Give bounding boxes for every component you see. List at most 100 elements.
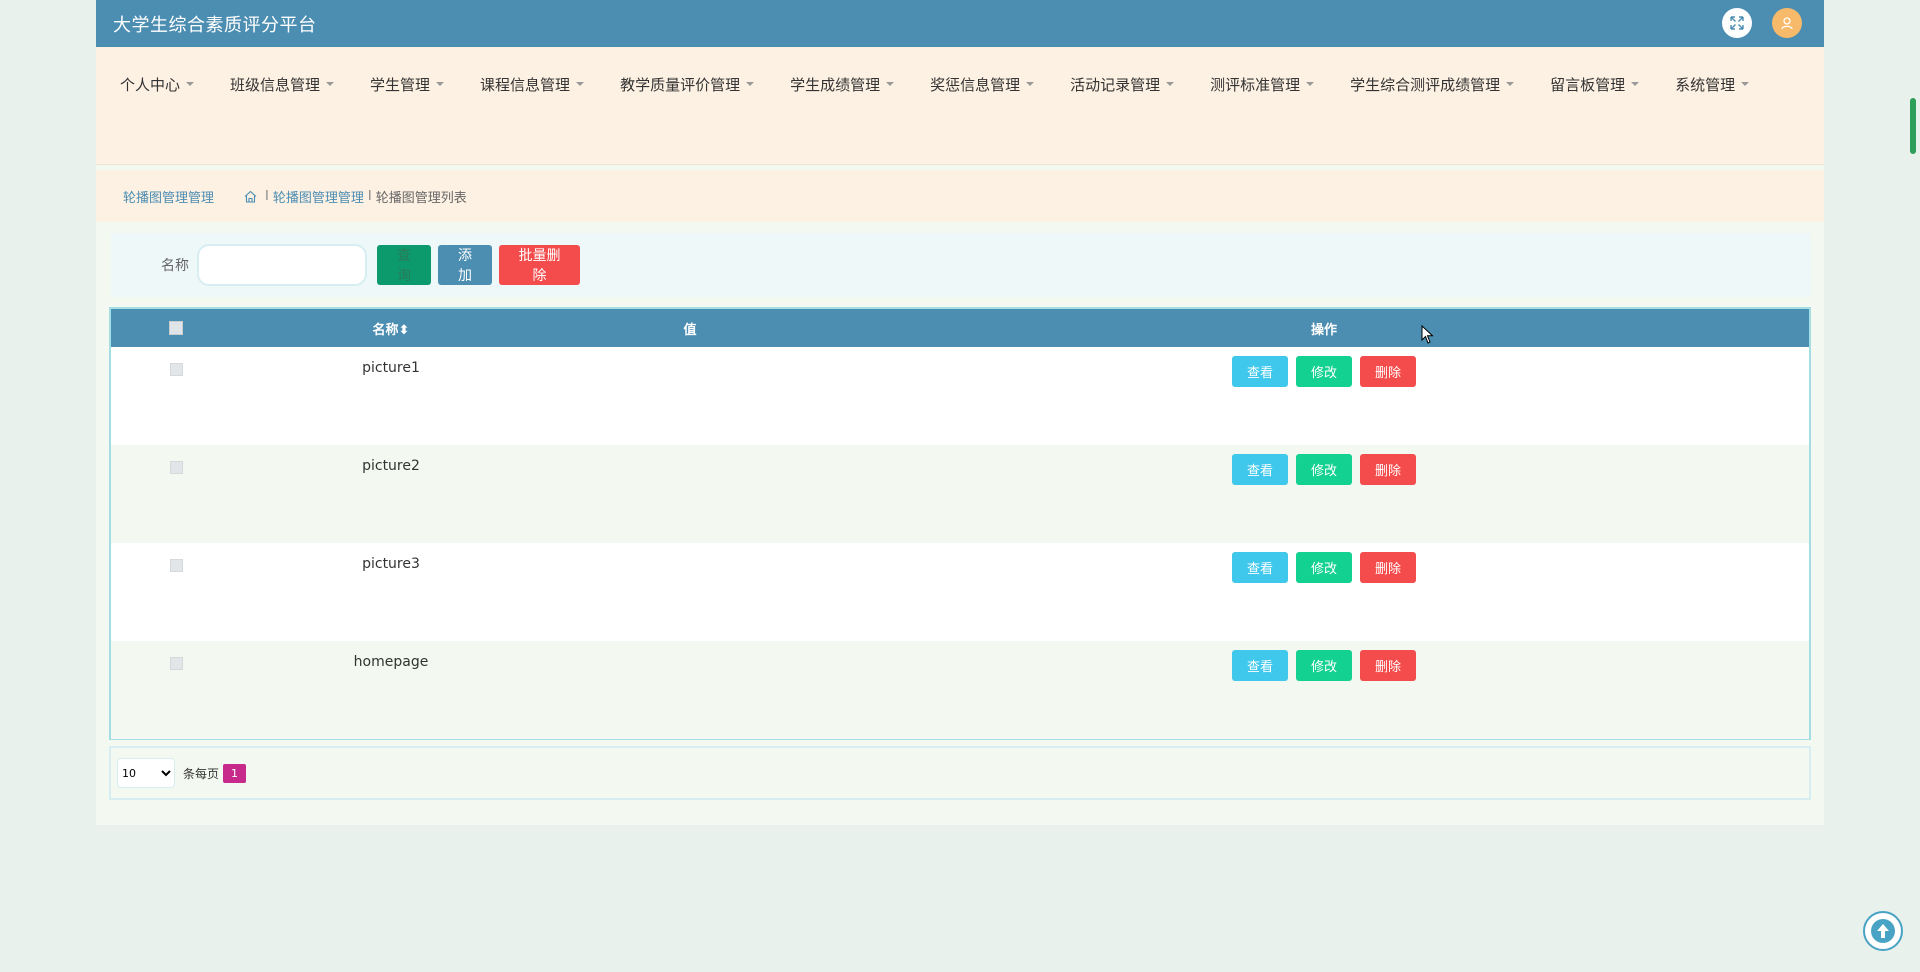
view-button[interactable]: 查看: [1232, 356, 1288, 387]
nav-item-label: 活动记录管理: [1070, 75, 1161, 94]
nav-item[interactable]: 个人中心: [120, 73, 195, 95]
nav-item[interactable]: 奖惩信息管理: [930, 73, 1035, 95]
mouse-cursor-icon: [1421, 325, 1434, 344]
nav-item-label: 个人中心: [120, 75, 181, 94]
data-table: 名称⬍ 值 操作 picture1 查看 修改 删除 picture2 查看 修改 删除 pic…: [109, 307, 1811, 740]
row-check-cell: [111, 356, 241, 376]
nav-item[interactable]: 测评标准管理: [1210, 73, 1315, 95]
main-nav: 个人中心 班级信息管理 学生管理 课程信息管理 教学质量评价管理 学生成绩管理 奖惩信息管理…: [96, 47, 1824, 165]
home-link[interactable]: [244, 190, 257, 203]
nav-item[interactable]: 学生管理: [370, 73, 445, 95]
row-checkbox[interactable]: [169, 363, 183, 376]
row-check-cell: [111, 650, 241, 670]
delete-button[interactable]: 删除: [1360, 356, 1416, 387]
row-name: picture1: [362, 360, 420, 376]
table-row: picture3 查看 修改 删除: [111, 543, 1809, 641]
page-number-current[interactable]: 1: [223, 763, 247, 783]
caret-down-icon: [1741, 82, 1750, 86]
table-row: homepage 查看 修改 删除: [111, 641, 1809, 739]
breadcrumb-separator: I: [367, 188, 372, 204]
select-all-cell: [111, 321, 241, 335]
add-button[interactable]: 添加: [438, 245, 492, 285]
nav-item[interactable]: 教学质量评价管理: [620, 73, 755, 95]
caret-down-icon: [1631, 82, 1640, 86]
header-actions: [1722, 8, 1802, 38]
page-title: 轮播图管理管理: [123, 190, 215, 206]
nav-item-label: 课程信息管理: [480, 75, 571, 94]
caret-down-icon: [436, 82, 445, 86]
nav-item[interactable]: 活动记录管理: [1070, 73, 1175, 95]
page-size-select[interactable]: 10: [117, 758, 175, 788]
nav-item[interactable]: 留言板管理: [1550, 73, 1640, 95]
bulk-delete-button[interactable]: 批量删除: [499, 245, 580, 285]
nav-item-label: 学生综合测评成绩管理: [1350, 75, 1501, 94]
row-name: homepage: [353, 654, 429, 670]
view-button[interactable]: 查看: [1232, 454, 1288, 485]
row-check-cell: [111, 454, 241, 474]
name-search-input[interactable]: [197, 244, 367, 286]
breadcrumb-current: 轮播图管理列表: [375, 190, 467, 206]
caret-down-icon: [1026, 82, 1035, 86]
column-header-value: 值: [683, 322, 697, 338]
nav-item[interactable]: 系统管理: [1675, 73, 1750, 95]
table-header: 名称⬍ 值 操作: [111, 309, 1809, 347]
per-page-label: 条每页: [183, 766, 220, 781]
row-actions: 查看 修改 删除: [839, 454, 1809, 485]
nav-item[interactable]: 学生综合测评成绩管理: [1350, 73, 1515, 95]
caret-down-icon: [886, 82, 895, 86]
view-button[interactable]: 查看: [1232, 650, 1288, 681]
row-check-cell: [111, 552, 241, 572]
row-name: picture2: [362, 458, 420, 474]
column-header-name[interactable]: 名称⬍: [241, 319, 541, 338]
app-title: 大学生综合素质评分平台: [113, 14, 317, 36]
caret-down-icon: [746, 82, 755, 86]
caret-down-icon: [1506, 82, 1515, 86]
breadcrumb: 轮播图管理管理 I 轮播图管理管理 I 轮播图管理列表: [96, 170, 1824, 222]
nav-item[interactable]: 课程信息管理: [480, 73, 585, 95]
table-row: picture1 查看 修改 删除: [111, 347, 1809, 445]
search-label: 名称: [161, 258, 189, 274]
delete-button[interactable]: 删除: [1360, 454, 1416, 485]
row-actions: 查看 修改 删除: [839, 356, 1809, 387]
edit-button[interactable]: 修改: [1296, 552, 1352, 583]
scrollbar-thumb[interactable]: [1910, 98, 1916, 154]
caret-down-icon: [326, 82, 335, 86]
row-checkbox[interactable]: [169, 461, 183, 474]
breadcrumb-link[interactable]: 轮播图管理管理: [273, 187, 364, 206]
caret-down-icon: [186, 82, 195, 86]
nav-item-label: 学生管理: [370, 75, 431, 94]
delete-button[interactable]: 删除: [1360, 650, 1416, 681]
nav-item-label: 教学质量评价管理: [620, 75, 741, 94]
row-checkbox[interactable]: [169, 559, 183, 572]
breadcrumb-separator: I: [265, 188, 269, 204]
caret-down-icon: [1306, 82, 1315, 86]
nav-item-label: 系统管理: [1675, 75, 1736, 94]
back-to-top-button[interactable]: [1863, 911, 1903, 951]
nav-item-label: 留言板管理: [1550, 75, 1626, 94]
row-checkbox[interactable]: [169, 657, 183, 670]
arrow-up-icon: [1871, 919, 1895, 943]
edit-button[interactable]: 修改: [1296, 650, 1352, 681]
nav-list: 个人中心 班级信息管理 学生管理 课程信息管理 教学质量评价管理 学生成绩管理 奖惩信息管理…: [120, 73, 1800, 95]
column-header-ops: 操作: [1310, 322, 1337, 338]
nav-item-label: 奖惩信息管理: [930, 75, 1021, 94]
row-actions: 查看 修改 删除: [839, 552, 1809, 583]
edit-button[interactable]: 修改: [1296, 454, 1352, 485]
row-name: picture3: [362, 556, 420, 572]
view-button[interactable]: 查看: [1232, 552, 1288, 583]
nav-item[interactable]: 学生成绩管理: [790, 73, 895, 95]
table-row: picture2 查看 修改 删除: [111, 445, 1809, 543]
nav-item-label: 测评标准管理: [1210, 75, 1301, 94]
delete-button[interactable]: 删除: [1360, 552, 1416, 583]
caret-down-icon: [576, 82, 585, 86]
home-icon: [244, 190, 257, 203]
top-header: 大学生综合素质评分平台: [96, 0, 1824, 47]
fullscreen-button[interactable]: [1722, 8, 1752, 38]
main-frame: 大学生综合素质评分平台 个人中心 班级信息管理 学生管理 课程信息管理 教学质量评价管理…: [96, 0, 1824, 825]
user-avatar-button[interactable]: [1772, 8, 1802, 38]
search-button[interactable]: 查询: [377, 245, 431, 285]
edit-button[interactable]: 修改: [1296, 356, 1352, 387]
nav-item[interactable]: 班级信息管理: [230, 73, 335, 95]
select-all-checkbox[interactable]: [169, 321, 183, 335]
expand-icon: [1730, 16, 1744, 30]
